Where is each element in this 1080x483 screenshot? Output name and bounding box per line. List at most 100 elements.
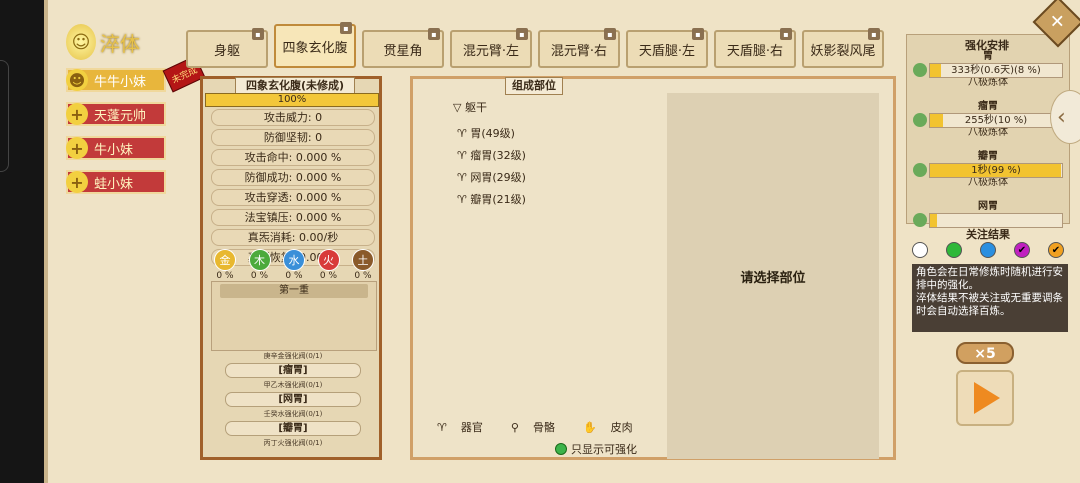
tree-item[interactable]: ♈ 胃(49级)	[453, 123, 663, 145]
lock-icon: ▪	[692, 28, 704, 40]
progress-bar: 100%	[205, 93, 379, 107]
plan-level: 八极炼体	[968, 127, 1008, 138]
plan-row: 255秒(10 %)	[913, 112, 1063, 128]
lock-icon: ▪	[340, 22, 352, 34]
element-badge: 水	[283, 249, 305, 271]
color-green-toggle[interactable]	[946, 242, 962, 258]
element-water: 水0 %	[278, 249, 310, 281]
element-badge: 火	[317, 249, 340, 271]
tab-body[interactable]: 身躯 ▪	[186, 28, 268, 68]
tree-item[interactable]: ♈ 瘤胃(32级)	[453, 145, 663, 167]
tab-label: 天盾腿·左	[638, 43, 696, 59]
lock-icon: ▪	[868, 28, 880, 40]
character-name: 牛牛小妹	[94, 74, 147, 90]
element-value: 0 %	[319, 271, 338, 281]
lock-icon: ▪	[780, 28, 792, 40]
color-white-toggle[interactable]	[912, 242, 928, 258]
device-left-edge	[0, 0, 44, 483]
play-button[interactable]	[956, 370, 1014, 426]
multiplier-button[interactable]: ×5	[956, 342, 1014, 364]
tree-item[interactable]: ♈ 网胃(29级)	[453, 167, 663, 189]
section-title: ☺ 淬体	[66, 24, 140, 60]
bone-icon: ⚲	[510, 421, 519, 434]
tree-root-label: 躯干	[464, 101, 487, 114]
plan-entry[interactable]: 瓣胃 1秒(99 %) 八极炼体	[913, 151, 1063, 189]
focus-info: 角色会在日常修炼时随机进行安排中的强化。 淬体结果不被关注或无重要调条时会自动选…	[912, 264, 1068, 332]
component-tag[interactable]: [瓣胃]	[225, 421, 361, 436]
legend-label: 皮肉	[610, 421, 633, 434]
plan-bar: 1秒(99 %)	[929, 162, 1063, 178]
tab-tail[interactable]: 妖影裂风尾 ▪	[802, 28, 884, 68]
tab-label: 身躯	[213, 43, 240, 59]
plan-bar-text: 255秒(10 %)	[964, 114, 1028, 126]
component-list: 庚辛金强化阀(0/1) [瘤胃] 甲乙木强化阀(0/1) [网胃] 壬癸水强化阀…	[211, 351, 375, 448]
legend: ♈ 器官 ⚲ 骨骼 ✋ 皮肉	[437, 419, 661, 435]
tree-item-label: 胃(49级)	[470, 127, 515, 140]
toggle-dot-icon	[555, 443, 567, 455]
component-panel: 组成部位 ▽ 躯干 ♈ 胃(49级) ♈ 瘤胃(32级) ♈ 网胃(29级) ♈…	[410, 76, 896, 460]
character-item-1[interactable]: ☻ 牛牛小妹	[66, 68, 166, 92]
component-tag[interactable]: [瘤胃]	[225, 363, 361, 378]
organ-icon: ♈	[437, 421, 447, 434]
character-list: ☻ 牛牛小妹 + 天蓬元帅 + 牛小妹 + 蛙小妹	[66, 68, 166, 204]
plan-bar: 333秒(0.6天)(8 %)	[929, 62, 1063, 78]
filter-toggle[interactable]: 只显示可强化	[555, 441, 637, 457]
element-badge: 土	[352, 249, 374, 271]
stat-row: 防御成功: 0.000 %	[211, 169, 375, 186]
plan-entry[interactable]: 胃 333秒(0.6天)(8 %) 八极炼体	[913, 51, 1063, 89]
component-requirement: 丙丁火强化阀(0/1)	[263, 439, 323, 447]
tab-arm-left[interactable]: 混元臂·左 ▪	[450, 28, 532, 68]
character-item-3[interactable]: + 牛小妹	[66, 136, 166, 160]
tree-root[interactable]: ▽ 躯干	[453, 99, 663, 115]
character-name: 蛙小妹	[94, 176, 134, 192]
tree-item[interactable]: ♈ 瓣胃(21级)	[453, 189, 663, 211]
lock-icon: ▪	[604, 28, 616, 40]
character-item-4[interactable]: + 蛙小妹	[66, 170, 166, 194]
lock-icon: ▪	[516, 28, 528, 40]
element-fire: 火0 %	[313, 249, 345, 281]
tab-arm-right[interactable]: 混元臂·右 ▪	[538, 28, 620, 68]
plan-bar-fill	[930, 113, 944, 127]
character-name: 天蓬元帅	[94, 108, 147, 124]
focus-title: 关注结果	[966, 228, 1010, 241]
plan-bar: 255秒(10 %)	[929, 112, 1063, 128]
focus-colors: ✔ ✔	[912, 242, 1064, 258]
layer-label[interactable]: 第一重	[220, 284, 368, 298]
tab-leg-left[interactable]: 天盾腿·左 ▪	[626, 28, 708, 68]
color-purple-toggle[interactable]: ✔	[1014, 242, 1030, 258]
color-orange-toggle[interactable]: ✔	[1048, 242, 1064, 258]
plan-panel: 强化安排 胃 333秒(0.6天)(8 %) 八极炼体 瘤胃 255秒(10 %…	[906, 34, 1070, 228]
plan-name: 瓣胃	[978, 151, 998, 162]
plan-bar-text: 1秒(99 %)	[971, 164, 1021, 176]
character-item-2[interactable]: + 天蓬元帅	[66, 102, 166, 126]
tab-horn[interactable]: 贯星角 ▪	[362, 28, 444, 68]
filter-label: 只显示可强化	[571, 443, 637, 456]
component-title: 组成部位	[505, 77, 563, 95]
component-requirement: 甲乙木强化阀(0/1)	[263, 381, 323, 389]
tree-item-label: 瓣胃(21级)	[470, 193, 526, 206]
plan-entry[interactable]: 瘤胃 255秒(10 %) 八极炼体	[913, 101, 1063, 139]
element-metal: 金0 %	[209, 249, 241, 281]
component-tree: ▽ 躯干 ♈ 胃(49级) ♈ 瘤胃(32级) ♈ 网胃(29级) ♈ 瓣胃(2…	[453, 99, 663, 211]
gem-icon	[913, 63, 927, 77]
head-icon: ☻	[66, 69, 88, 91]
element-value: 0 %	[250, 271, 269, 281]
stat-row: 攻击命中: 0.000 %	[211, 149, 375, 166]
component-tag[interactable]: [网胃]	[225, 392, 361, 407]
tab-belly[interactable]: 四象玄化腹 ▪	[274, 22, 356, 68]
plus-icon: +	[66, 103, 88, 125]
plan-name: 胃	[983, 51, 993, 62]
tab-leg-right[interactable]: 天盾腿·右 ▪	[714, 28, 796, 68]
element-list: 金0 % 木0 % 水0 % 火0 % 土0 %	[209, 249, 379, 281]
stat-row: 真炁消耗: 0.00/秒	[211, 229, 375, 246]
notch	[0, 60, 9, 172]
title-text: 淬体	[100, 31, 140, 56]
legend-flesh: ✋ 皮肉	[583, 419, 647, 435]
layer-box: 第一重	[211, 281, 377, 351]
legend-label: 器官	[460, 421, 483, 434]
color-blue-toggle[interactable]	[980, 242, 996, 258]
tree-item-label: 瘤胃(32级)	[470, 149, 526, 162]
element-badge: 木	[248, 249, 271, 271]
tab-label: 混元臂·右	[550, 43, 608, 59]
tab-label: 妖影裂风尾	[810, 43, 876, 59]
